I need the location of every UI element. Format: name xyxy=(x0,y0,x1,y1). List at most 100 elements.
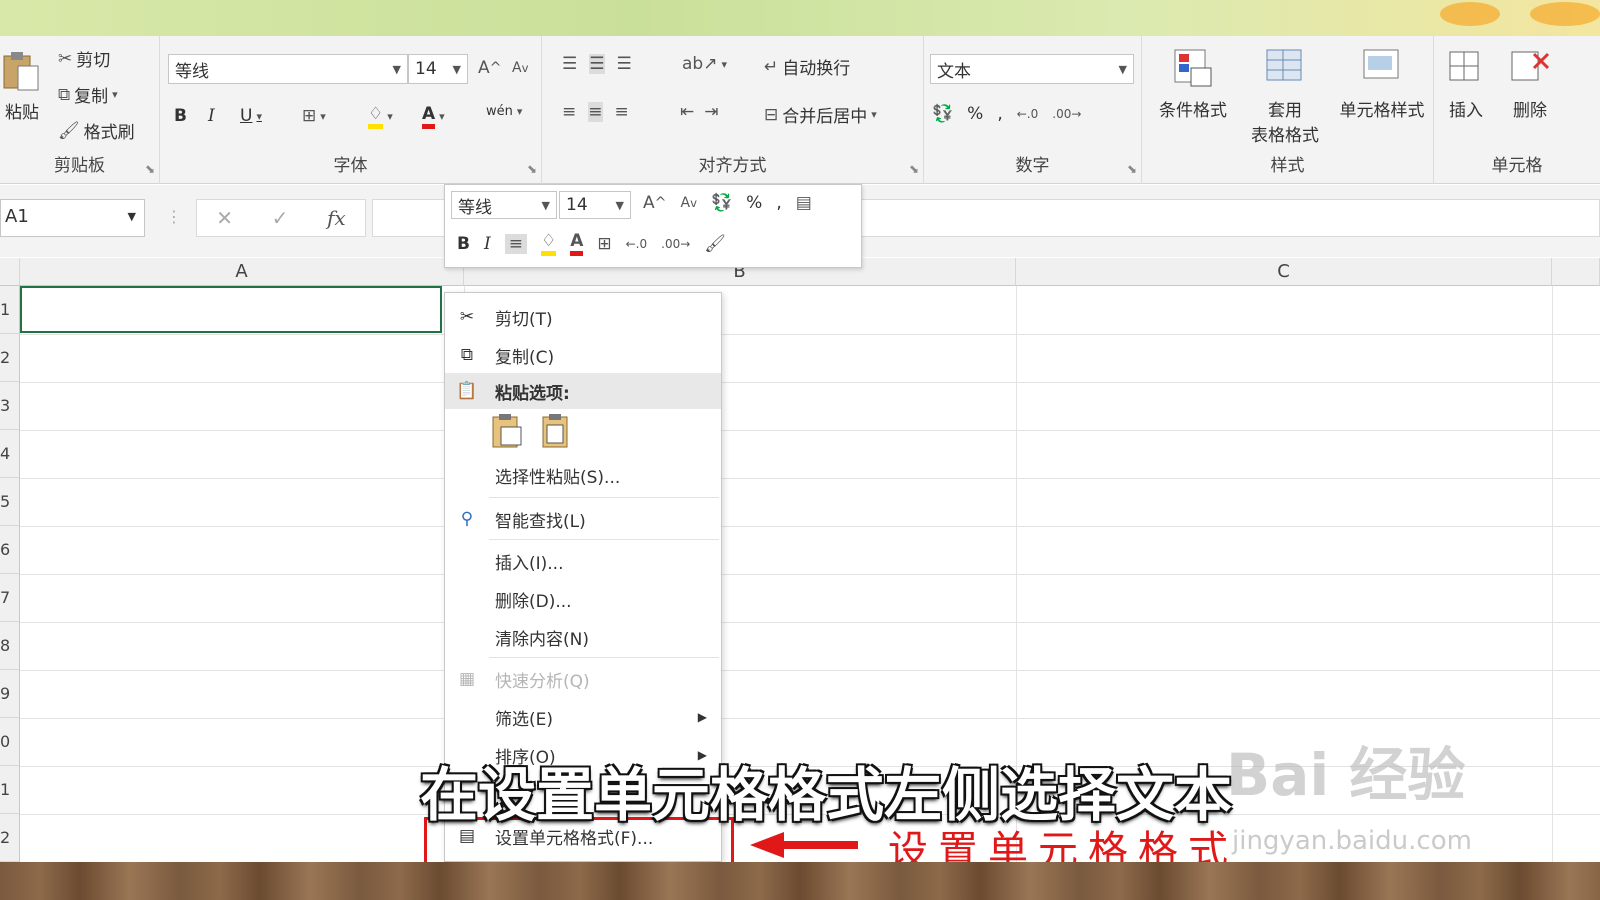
delete-cells-button[interactable]: 删除 xyxy=(1502,46,1558,121)
grow-font-button[interactable]: A ^ xyxy=(478,58,502,78)
mini-bold-button[interactable]: B xyxy=(457,234,470,254)
row-header[interactable]: 2 xyxy=(0,334,20,382)
row-header[interactable]: 1 xyxy=(0,286,20,334)
row-line xyxy=(20,718,1600,719)
decrease-indent-icon[interactable]: ⇤ xyxy=(680,102,694,122)
border-icon[interactable]: ⊞ xyxy=(597,234,611,254)
decrease-decimal-icon[interactable]: .00→ xyxy=(1052,107,1081,121)
borders-button[interactable]: ⊞ ▾ xyxy=(302,106,326,126)
phonetic-button[interactable]: wén ▾ xyxy=(486,104,522,119)
accounting-format-icon[interactable]: 💱 xyxy=(711,193,732,213)
row-header[interactable]: 0 xyxy=(0,718,20,766)
comma-button[interactable]: , xyxy=(997,104,1002,124)
decrease-decimal-icon[interactable]: .00→ xyxy=(661,237,690,251)
shrink-font-button[interactable]: Av xyxy=(512,60,528,76)
row-header[interactable]: 3 xyxy=(0,382,20,430)
brush-icon[interactable]: 🖌 xyxy=(704,234,726,254)
mini-bottom-row: B I ≡ ♢ A ⊞ ←.0 .00→ 🖌 xyxy=(457,231,726,256)
font-name-combo[interactable]: 等线 ▼ xyxy=(168,54,408,84)
paint-bucket-icon[interactable]: ♢ xyxy=(540,231,557,256)
cancel-icon[interactable]: ✕ xyxy=(216,206,233,230)
selected-cell-a1[interactable] xyxy=(20,286,442,333)
column-header-a[interactable]: A xyxy=(20,258,464,286)
accounting-format-icon[interactable]: 💱 xyxy=(932,104,953,124)
mini-comma-button[interactable]: , xyxy=(776,193,781,213)
mini-italic-button[interactable]: I xyxy=(484,234,491,254)
bold-button[interactable]: B xyxy=(174,106,187,126)
wrap-text-button[interactable]: ↵ 自动换行 xyxy=(764,54,851,80)
menu-item-clear-contents[interactable]: 清除内容(N) xyxy=(445,619,721,655)
menu-item-smart-lookup[interactable]: ⚲ 智能查找(L) xyxy=(445,501,721,537)
cell-styles-button[interactable]: 单元格样式 xyxy=(1332,46,1432,121)
copy-icon: ⧉ xyxy=(460,345,474,365)
align-bottom-icon[interactable]: ☰ xyxy=(617,54,632,74)
more-icon: ⋮ xyxy=(166,207,182,226)
dialog-launcher-icon[interactable]: ⬊ xyxy=(909,162,919,176)
italic-button[interactable]: I xyxy=(208,106,215,126)
align-center-icon[interactable]: ≡ xyxy=(588,102,603,122)
mini-font-name-combo[interactable]: 等线 ▼ xyxy=(451,191,557,219)
orientation-button[interactable]: ab↗ ▾ xyxy=(682,54,727,74)
mini-font-size-combo[interactable]: 14 ▼ xyxy=(559,191,631,219)
underline-button[interactable]: U ▾ xyxy=(240,106,262,126)
row-header[interactable]: 9 xyxy=(0,670,20,718)
number-format-combo[interactable]: 文本 ▼ xyxy=(930,54,1134,84)
fill-color-button[interactable]: ♢ ▾ xyxy=(368,104,393,129)
row-header[interactable]: 1 xyxy=(0,766,20,814)
format-as-table-button[interactable]: 套用 表格格式 xyxy=(1238,46,1332,146)
dialog-launcher-icon[interactable]: ⬊ xyxy=(1127,162,1137,176)
format-painter-button[interactable]: 🖌 格式刷 xyxy=(58,118,135,144)
chevron-right-icon: ▶ xyxy=(697,710,707,724)
dialog-launcher-icon[interactable]: ⬊ xyxy=(527,162,537,176)
row-header[interactable]: 6 xyxy=(0,526,20,574)
paste-values-icon[interactable] xyxy=(539,413,573,449)
menu-item-delete[interactable]: 删除(D)... xyxy=(445,581,721,617)
paste-formatting-icon[interactable] xyxy=(491,413,525,449)
row-header[interactable]: 5 xyxy=(0,478,20,526)
font-size-combo[interactable]: 14 ▼ xyxy=(408,54,468,84)
dialog-launcher-icon[interactable]: ⬊ xyxy=(145,162,155,176)
font-color-icon[interactable]: A xyxy=(570,231,584,256)
align-top-icon[interactable]: ☰ xyxy=(562,54,577,74)
column-header-d[interactable] xyxy=(1552,258,1600,286)
menu-item-filter[interactable]: 筛选(E) ▶ xyxy=(445,699,721,735)
row-header[interactable]: 8 xyxy=(0,622,20,670)
increase-indent-icon[interactable]: ⇥ xyxy=(704,102,718,122)
percent-button[interactable]: % xyxy=(967,104,983,124)
enter-icon[interactable]: ✓ xyxy=(272,206,289,230)
font-color-button[interactable]: A ▾ xyxy=(422,104,445,129)
column-header-c[interactable]: C xyxy=(1016,258,1552,286)
cut-button[interactable]: ✂ 剪切 xyxy=(58,46,111,72)
mini-percent-button[interactable]: % xyxy=(746,193,762,213)
number-format-value: 文本 xyxy=(937,61,971,82)
align-center-icon[interactable]: ≡ xyxy=(504,233,527,254)
merge-center-button[interactable]: ⊟ 合并后居中 ▾ xyxy=(764,102,877,128)
shrink-font-icon[interactable]: Av xyxy=(681,195,697,211)
copy-button[interactable]: ⧉ 复制 ▾ xyxy=(58,82,118,108)
cut-label: 剪切 xyxy=(76,51,111,71)
font-name-value: 等线 xyxy=(175,61,209,82)
table-icon[interactable]: ▤ xyxy=(796,193,812,213)
paste-button[interactable]: 粘贴 xyxy=(0,48,44,123)
row-header[interactable]: 2 xyxy=(0,814,20,862)
select-all-corner[interactable] xyxy=(0,258,20,286)
row-header[interactable]: 4 xyxy=(0,430,20,478)
align-left-icon[interactable]: ≡ xyxy=(562,102,576,122)
wrap-text-label: 自动换行 xyxy=(782,59,851,79)
align-right-icon[interactable]: ≡ xyxy=(615,102,629,122)
menu-item-cut[interactable]: ✂ 剪切(T) xyxy=(445,299,721,335)
cell-styles-label: 单元格样式 xyxy=(1339,101,1425,121)
menu-item-paste-special[interactable]: 选择性粘贴(S)... xyxy=(445,457,721,493)
name-box[interactable]: A1 ▼ xyxy=(0,199,145,237)
grow-font-icon[interactable]: A ^ xyxy=(643,193,667,213)
increase-decimal-icon[interactable]: ←.0 xyxy=(1017,107,1039,121)
insert-cells-button[interactable]: 插入 xyxy=(1438,46,1494,121)
menu-item-copy[interactable]: ⧉ 复制(C) xyxy=(445,337,721,373)
align-middle-icon[interactable]: ☰ xyxy=(589,54,605,74)
increase-decimal-icon[interactable]: ←.0 xyxy=(626,237,648,251)
menu-item-insert[interactable]: 插入(I)... xyxy=(445,543,721,579)
row-header[interactable]: 7 xyxy=(0,574,20,622)
conditional-format-button[interactable]: 条件格式 xyxy=(1150,46,1236,121)
menu-item-label: 清除内容(N) xyxy=(495,629,589,650)
insert-function-button[interactable]: fx xyxy=(327,206,346,230)
